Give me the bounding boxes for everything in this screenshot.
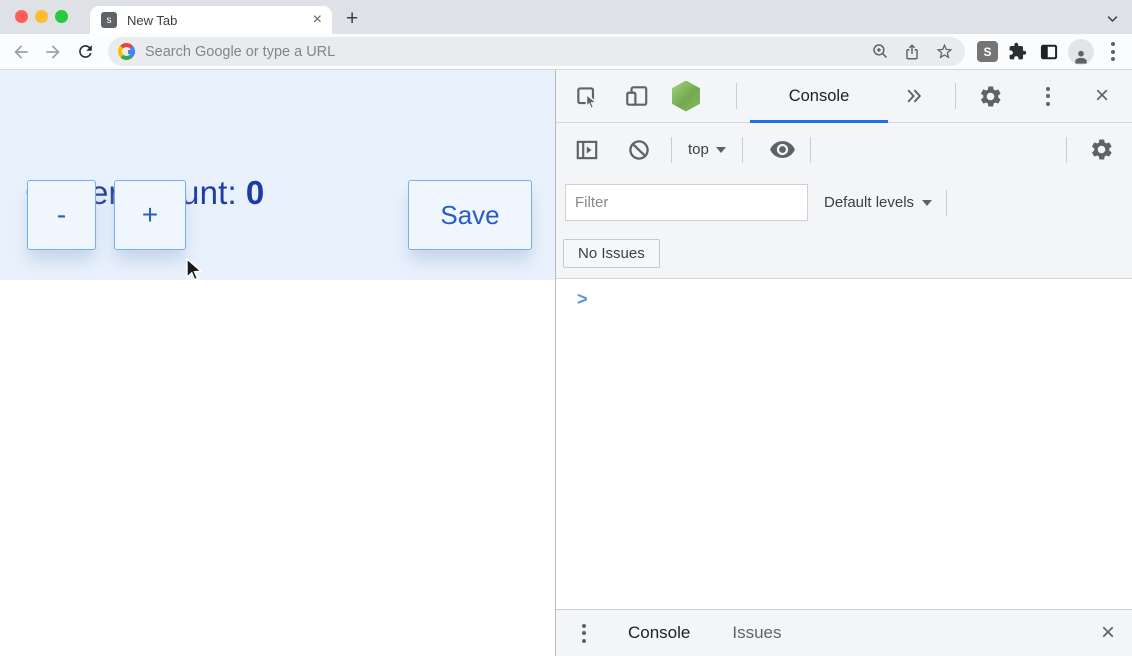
divider	[810, 137, 811, 163]
avatar	[1068, 39, 1094, 65]
divider	[671, 137, 672, 163]
tab-favicon: s	[101, 12, 117, 28]
profile-icon[interactable]	[1068, 38, 1094, 66]
inspect-icon[interactable]	[573, 82, 601, 110]
drawer-close-icon[interactable]: ×	[1101, 621, 1115, 645]
device-toolbar-icon[interactable]	[623, 82, 651, 110]
save-button[interactable]: Save	[408, 180, 532, 250]
reload-icon[interactable]	[72, 38, 98, 66]
back-icon[interactable]	[8, 38, 34, 66]
drawer-menu-kebab-icon[interactable]	[582, 624, 586, 643]
devtools-tabbar: Console ×	[556, 70, 1132, 123]
browser-window: s New Tab × +	[0, 0, 1132, 656]
browser-menu-kebab-icon[interactable]	[1100, 38, 1126, 66]
omnibox[interactable]	[108, 37, 965, 66]
share-icon[interactable]	[899, 39, 925, 65]
count-value: 0	[246, 174, 265, 211]
divider	[742, 137, 743, 163]
clear-console-icon[interactable]	[625, 136, 653, 164]
google-g-icon	[118, 43, 135, 60]
close-window-light[interactable]	[15, 10, 28, 23]
no-issues-button[interactable]: No Issues	[563, 239, 660, 268]
tab-close-icon[interactable]: ×	[313, 12, 322, 28]
eye-icon[interactable]	[769, 136, 797, 164]
context-selector[interactable]: top	[688, 141, 726, 158]
tab-console-label: Console	[789, 87, 850, 106]
chevron-down-icon[interactable]	[1105, 11, 1120, 31]
tab-console[interactable]: Console	[750, 70, 888, 123]
console-settings-gear-icon[interactable]	[1087, 136, 1115, 164]
traffic-lights	[15, 10, 68, 23]
node-icon[interactable]	[672, 82, 700, 110]
log-levels-dropdown[interactable]: Default levels	[824, 194, 932, 211]
divider	[955, 83, 956, 109]
browser-toolbar: S	[0, 34, 1132, 70]
tab-title: New Tab	[127, 13, 313, 28]
zoom-in-icon[interactable]	[867, 39, 893, 65]
content-area: Current count:0 - + Save	[0, 70, 1132, 656]
minimize-window-light[interactable]	[35, 10, 48, 23]
increment-button[interactable]: +	[114, 180, 186, 250]
active-tab-underline	[750, 120, 888, 123]
chevron-down-icon	[922, 200, 932, 206]
puzzle-icon[interactable]	[1004, 38, 1030, 66]
new-tab-button[interactable]: +	[346, 8, 358, 29]
counter-panel: Current count:0 - + Save	[0, 70, 555, 280]
console-toolbar: top Defaul	[556, 123, 1132, 279]
decrement-button[interactable]: -	[27, 180, 96, 250]
divider	[736, 83, 737, 109]
maximize-window-light[interactable]	[55, 10, 68, 23]
extension-badge[interactable]: S	[977, 41, 998, 62]
devtools-close-icon[interactable]: ×	[1088, 82, 1116, 110]
forward-icon[interactable]	[40, 38, 66, 66]
devtools-drawer: Console Issues ×	[556, 609, 1132, 656]
mouse-cursor	[186, 258, 203, 288]
context-label: top	[688, 141, 709, 158]
settings-gear-icon[interactable]	[976, 82, 1004, 110]
side-panel-icon[interactable]	[1036, 38, 1062, 66]
console-output[interactable]: >	[556, 279, 1132, 609]
console-toolbar-row: top	[556, 123, 1132, 176]
browser-tab[interactable]: s New Tab ×	[90, 6, 332, 34]
more-tabs-icon[interactable]	[900, 82, 928, 110]
divider	[1066, 137, 1067, 163]
star-icon[interactable]	[931, 39, 957, 65]
tab-strip: s New Tab × +	[0, 0, 1132, 34]
filter-input[interactable]	[565, 184, 808, 221]
devtools-menu-kebab-icon[interactable]	[1034, 82, 1062, 110]
console-prompt-icon[interactable]: >	[577, 289, 588, 310]
web-page: Current count:0 - + Save	[0, 70, 555, 656]
drawer-tab-console[interactable]: Console	[628, 623, 690, 643]
log-levels-label: Default levels	[824, 194, 914, 211]
issues-row: No Issues	[563, 239, 1132, 268]
filter-row: Default levels	[565, 184, 1132, 221]
devtools-panel: Console ×	[555, 70, 1132, 656]
divider	[946, 190, 947, 216]
address-input[interactable]	[145, 44, 861, 60]
chevron-down-icon	[716, 147, 726, 153]
sidebar-toggle-icon[interactable]	[573, 136, 601, 164]
drawer-tab-issues[interactable]: Issues	[732, 623, 781, 643]
